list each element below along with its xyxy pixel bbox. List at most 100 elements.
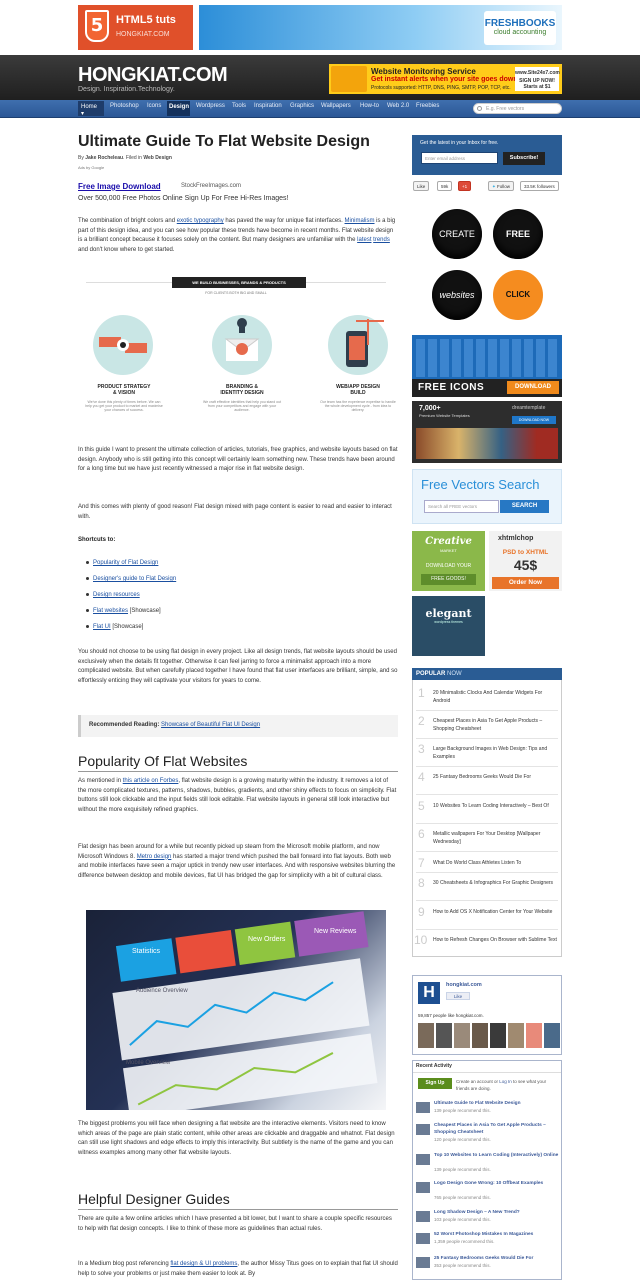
activity-thumbnail: [416, 1182, 430, 1193]
minimalism-link[interactable]: Minimalism: [345, 218, 375, 224]
avatar[interactable]: [436, 1023, 452, 1048]
activity-item-count: 353 people recommend this.: [434, 1263, 491, 1268]
popular-rank: 4: [418, 770, 425, 784]
recommended-link[interactable]: Showcase of Beautiful Flat UI Design: [161, 722, 260, 728]
ads-by-google[interactable]: Ads by Google: [78, 165, 104, 170]
intro-text-b: has paved the way for unique flat interf…: [223, 218, 345, 224]
click-here-circle-ad[interactable]: CLICK HERE>: [493, 270, 543, 349]
activity-thumbnail: [416, 1102, 430, 1113]
monitoring-ad-sub: Protocols supported: HTTP, DNS, PING, SM…: [371, 85, 511, 91]
freshbooks-ad[interactable]: FRESHBOOKS cloud accounting: [199, 5, 562, 50]
divider: [416, 872, 558, 873]
email-field[interactable]: Enter email address: [421, 152, 498, 164]
shortcut-link[interactable]: Designer's guide to Flat Design: [93, 576, 176, 582]
free-circle-ad[interactable]: FREE: [493, 209, 543, 259]
shortcut-link[interactable]: Design resources: [93, 592, 140, 598]
avatar[interactable]: [544, 1023, 560, 1048]
site24x7-ad[interactable]: Website Monitoring Service Get instant a…: [329, 64, 562, 94]
heading-underline: [78, 771, 398, 772]
p5-text-a: As mentioned in: [78, 778, 123, 784]
forbes-link[interactable]: this article on Forbes: [123, 778, 179, 784]
nav-wallpapers[interactable]: Wallpapers: [321, 103, 351, 109]
shortcut-link[interactable]: Flat UI: [93, 624, 111, 630]
nav-wordpress[interactable]: Wordpress: [196, 103, 225, 109]
monitoring-ad-domain: www.Site24x7.com: [515, 70, 560, 76]
paragraph-2: In this guide I want to present the ulti…: [78, 447, 398, 472]
text-ad-domain[interactable]: StockFreeImages.com: [181, 183, 241, 189]
facebook-page-like-button[interactable]: Like: [446, 992, 470, 1000]
avatar[interactable]: [526, 1023, 542, 1048]
strategy-title-2: & VISION: [113, 390, 135, 396]
author-link[interactable]: Jake Rocheleau: [85, 155, 123, 161]
vectors-search-button[interactable]: SEARCH: [500, 500, 549, 513]
activity-thumbnail: [416, 1257, 430, 1268]
gplus-button[interactable]: +1: [458, 181, 472, 191]
subscribe-button[interactable]: Subscribe!: [503, 152, 545, 165]
activity-item-title: 25 Fantasy Bedrooms Geeks Would Die For: [434, 1256, 534, 1261]
nav-inspiration[interactable]: Inspiration: [254, 103, 282, 109]
nav-home[interactable]: Home ▾: [78, 101, 104, 117]
facebook-like-button[interactable]: Like: [413, 181, 430, 191]
vectors-search-input[interactable]: Search all FREE vectors: [424, 500, 499, 513]
text-ad-link[interactable]: Free Image Download: [78, 182, 161, 191]
creative-market-brand-2: MARKET: [440, 548, 457, 553]
hongkiat-page-avatar[interactable]: H: [418, 982, 440, 1004]
popular-rank: 3: [418, 742, 425, 756]
trends-link[interactable]: trends: [373, 237, 390, 243]
signup-text-a: Create an account or: [456, 1079, 500, 1084]
popular-item-title: How to Refresh Changes On Browser with S…: [433, 937, 557, 943]
templates-preview-image: [416, 428, 558, 459]
nav-howto[interactable]: How-to: [360, 103, 379, 109]
activity-item-count: 765 people recommend this.: [434, 1195, 491, 1200]
facebook-page-name[interactable]: hongkiat.com: [446, 982, 482, 988]
create-circle-ad[interactable]: CREATE: [432, 209, 482, 259]
monitoring-ad-cta[interactable]: www.Site24x7.com SIGN UP NOW! Starts at …: [515, 67, 560, 91]
nav-freebies[interactable]: Freebies: [416, 103, 439, 109]
nav-icons[interactable]: Icons: [147, 103, 161, 109]
category-link[interactable]: Web Design: [143, 155, 172, 161]
html5-ad-title: HTML5 tuts: [116, 14, 176, 26]
monitoring-ad-cta-label: SIGN UP NOW! Starts at $1: [519, 78, 555, 90]
html5-tuts-ad[interactable]: 5 HTML5 tuts HONGKIAT.COM: [78, 5, 193, 50]
latest-link[interactable]: latest: [357, 237, 371, 243]
elegant-themes-brand: elegant: [425, 607, 472, 620]
popular-item-title: 10 Websites To Learn Coding Interactivel…: [433, 803, 549, 809]
avatar[interactable]: [472, 1023, 488, 1048]
elegant-themes-ad[interactable]: [412, 596, 485, 656]
nav-graphics[interactable]: Graphics: [290, 103, 314, 109]
photo-panel-audience: Audience Overview: [136, 988, 188, 994]
shortcut-link[interactable]: Flat websites: [93, 608, 128, 614]
websites-circle-ad[interactable]: websites: [432, 270, 482, 320]
activity-item-title: Logo Design Gone Wrong: 10 Offbeat Examp…: [434, 1181, 544, 1186]
free-icons-download-button[interactable]: DOWNLOAD: [507, 381, 559, 394]
dreamtemplate-count: 7,000+: [419, 405, 441, 412]
dreamtemplate-download-button[interactable]: DOWNLOAD NOW: [512, 416, 556, 424]
order-now-button[interactable]: Order Now: [492, 577, 559, 589]
nav-tools[interactable]: Tools: [232, 103, 246, 109]
nav-photoshop[interactable]: Photoshop: [110, 103, 139, 109]
activity-item-count: 139 people recommend this.: [434, 1108, 491, 1113]
avatar[interactable]: [508, 1023, 524, 1048]
activity-item-count: 120 people recommend this.: [434, 1137, 491, 1142]
login-link[interactable]: Log In: [499, 1079, 512, 1084]
exotic-typography-link[interactable]: exotic typography: [177, 218, 224, 224]
infographic-banner: WE BUILD BUSINESSES, BRANDS & PRODUCTS: [172, 277, 306, 288]
twitter-follower-count: 33.5K followers: [520, 181, 559, 191]
twitter-follow-button[interactable]: ✦ Follow: [488, 181, 515, 191]
search-input[interactable]: E.g. Free vectors: [473, 103, 562, 114]
p9-text-a: In a Medium blog post referencing: [78, 1261, 171, 1267]
free-goods-button[interactable]: FREE GOODS!: [421, 574, 476, 585]
metro-design-link[interactable]: Metro design: [137, 854, 172, 860]
site-logo[interactable]: HONGKIAT.COM: [78, 64, 228, 87]
flat-dashboard-photo: Statistics New Orders New Reviews Audien…: [86, 910, 386, 1110]
avatar[interactable]: [454, 1023, 470, 1048]
popular-item-title: 25 Fantasy Bedrooms Geeks Would Die For: [433, 774, 532, 780]
signup-button[interactable]: Sign Up: [418, 1078, 452, 1089]
nav-web20[interactable]: Web 2.0: [387, 103, 409, 109]
flat-ui-problems-link[interactable]: flat design & UI problems: [170, 1261, 237, 1267]
webapp-title-2: BUILD: [350, 390, 366, 396]
shortcut-link[interactable]: Popularity of Flat Design: [93, 560, 158, 566]
avatar[interactable]: [490, 1023, 506, 1048]
avatar[interactable]: [418, 1023, 434, 1048]
nav-design[interactable]: Design: [167, 101, 190, 116]
